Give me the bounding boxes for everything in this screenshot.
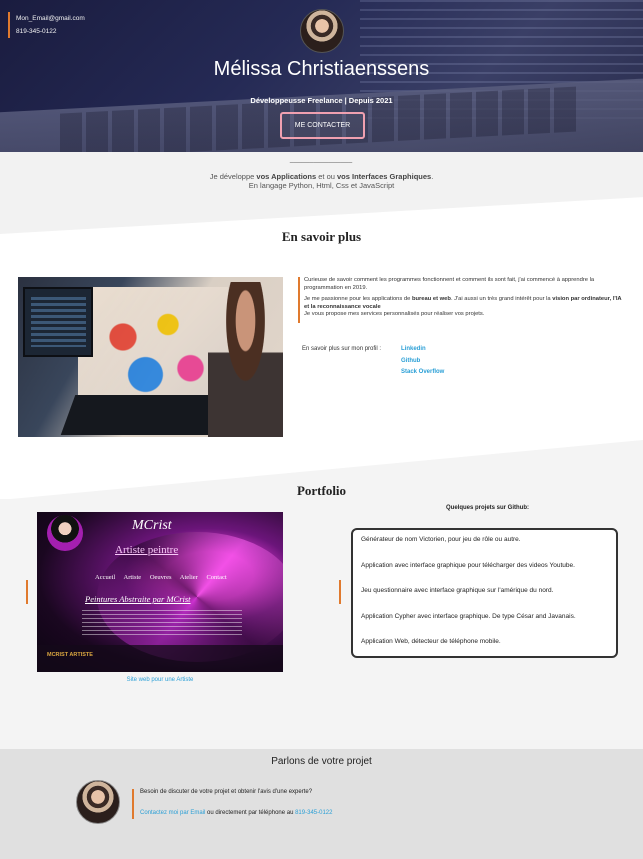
about-paragraph-3: Je vous propose mes services personnalis… [304,311,485,317]
intro-tagline-apps: vos Applications [256,172,317,181]
intro-divider: ________________ [289,156,353,163]
hero-avatar [300,9,344,53]
stackoverflow-link[interactable]: Stack Overflow [401,369,444,375]
artist-site-link[interactable]: Site web pour une Artiste [37,677,283,683]
about-p2-bold-1: bureau et web [411,296,451,302]
contact-me-button[interactable]: ME CONTACTER [280,112,365,139]
profile-label: En savoir plus sur mon profil : [302,346,382,352]
portfolio-screenshot-mcrist[interactable]: MCrist Artiste peintre Accueil Artiste O… [37,512,283,672]
mcrist-nav-item: Oeuvres [149,574,172,581]
mcrist-nav-item: Atelier [179,574,198,581]
mcrist-logo: MCRIST ARTISTE [47,652,93,658]
mcrist-subtitle: Artiste peintre [115,544,179,556]
mcrist-nav-item: Artiste [123,574,142,581]
intro-tagline-end: . [431,172,434,181]
contact-mid-text: ou directement par téléphone au [205,810,296,816]
photo-painting [78,287,228,412]
intro-tagline-prefix: Je développe [209,172,257,181]
mcrist-heading: Peintures Abstraite par MCrist [85,594,191,604]
contact-title: Parlons de votre projet [271,756,372,767]
photo-keyboard [60,395,226,435]
mcrist-footer-bar [37,645,283,672]
mcrist-body-text [82,610,242,636]
project-item[interactable]: Jeu questionnaire avec interface graphiq… [361,587,608,613]
intro-band [0,152,643,234]
intro-tagline-mid: et ou [316,172,337,181]
hero-name: Mélissa Christiaenssens [213,58,430,80]
intro-tagline-gui: vos Interfaces Graphiques [337,172,432,181]
mcrist-title: MCrist [132,518,172,533]
github-link[interactable]: Github [401,358,420,364]
project-item[interactable]: Application Cypher avec interface graphi… [361,613,608,639]
contact-email-link[interactable]: Contactez moi par Email [140,810,205,816]
projects-list: Générateur de nom Victorien, pour jeu de… [351,528,618,658]
hero-email[interactable]: Mon_Email@gmail.com [16,12,85,25]
mcrist-avatar [47,515,83,551]
project-item[interactable]: Application avec interface graphique pou… [361,562,608,588]
intro-languages: En langage Python, Html, Css et JavaScri… [248,181,395,190]
about-paragraph-1: Curieuse de savoir comment les programme… [304,277,595,291]
about-p2-mid: . J'ai aussi un très grand intérêt pour … [450,296,553,302]
about-title: En savoir plus [281,229,362,244]
about-paragraph-2: Je me passionne pour les applications de… [304,296,628,319]
photo-person [208,282,283,437]
contact-line: Contactez moi par Email ou directement p… [140,810,332,816]
intro-tagline: Je développe vos Applications et ou vos … [0,172,643,181]
about-text: Curieuse de savoir comment les programme… [298,277,628,323]
hero-phone[interactable]: 819-345-0122 [16,25,85,38]
about-photo [18,277,283,437]
mcrist-nav-item: Contact [206,574,227,581]
project-item[interactable]: Générateur de nom Victorien, pour jeu de… [361,536,608,562]
accent-bar-right [339,580,341,604]
contact-question: Besoin de discuter de votre projet et ob… [140,789,313,795]
contact-text: Besoin de discuter de votre projet et ob… [132,789,332,819]
contact-avatar [76,780,120,824]
photo-monitor [23,287,93,357]
about-p2-prefix: Je me passionne pour les applications de [304,296,412,302]
linkedin-link[interactable]: Linkedin [401,346,426,352]
project-item[interactable]: Application Web, détecteur de téléphone … [361,638,608,664]
portfolio-title: Portfolio [296,483,347,498]
mcrist-nav: Accueil Artiste Oeuvres Atelier Contact [95,574,234,581]
hero-contact-info: Mon_Email@gmail.com 819-345-0122 [8,12,85,38]
projects-heading: Quelques projets sur Github: [446,505,530,511]
mcrist-nav-item: Accueil [95,574,116,581]
contact-phone-link[interactable]: 819-345-0122 [295,810,332,816]
accent-bar-left [26,580,28,604]
hero-subtitle: Développeusse Freelance | Depuis 2021 [250,96,393,105]
